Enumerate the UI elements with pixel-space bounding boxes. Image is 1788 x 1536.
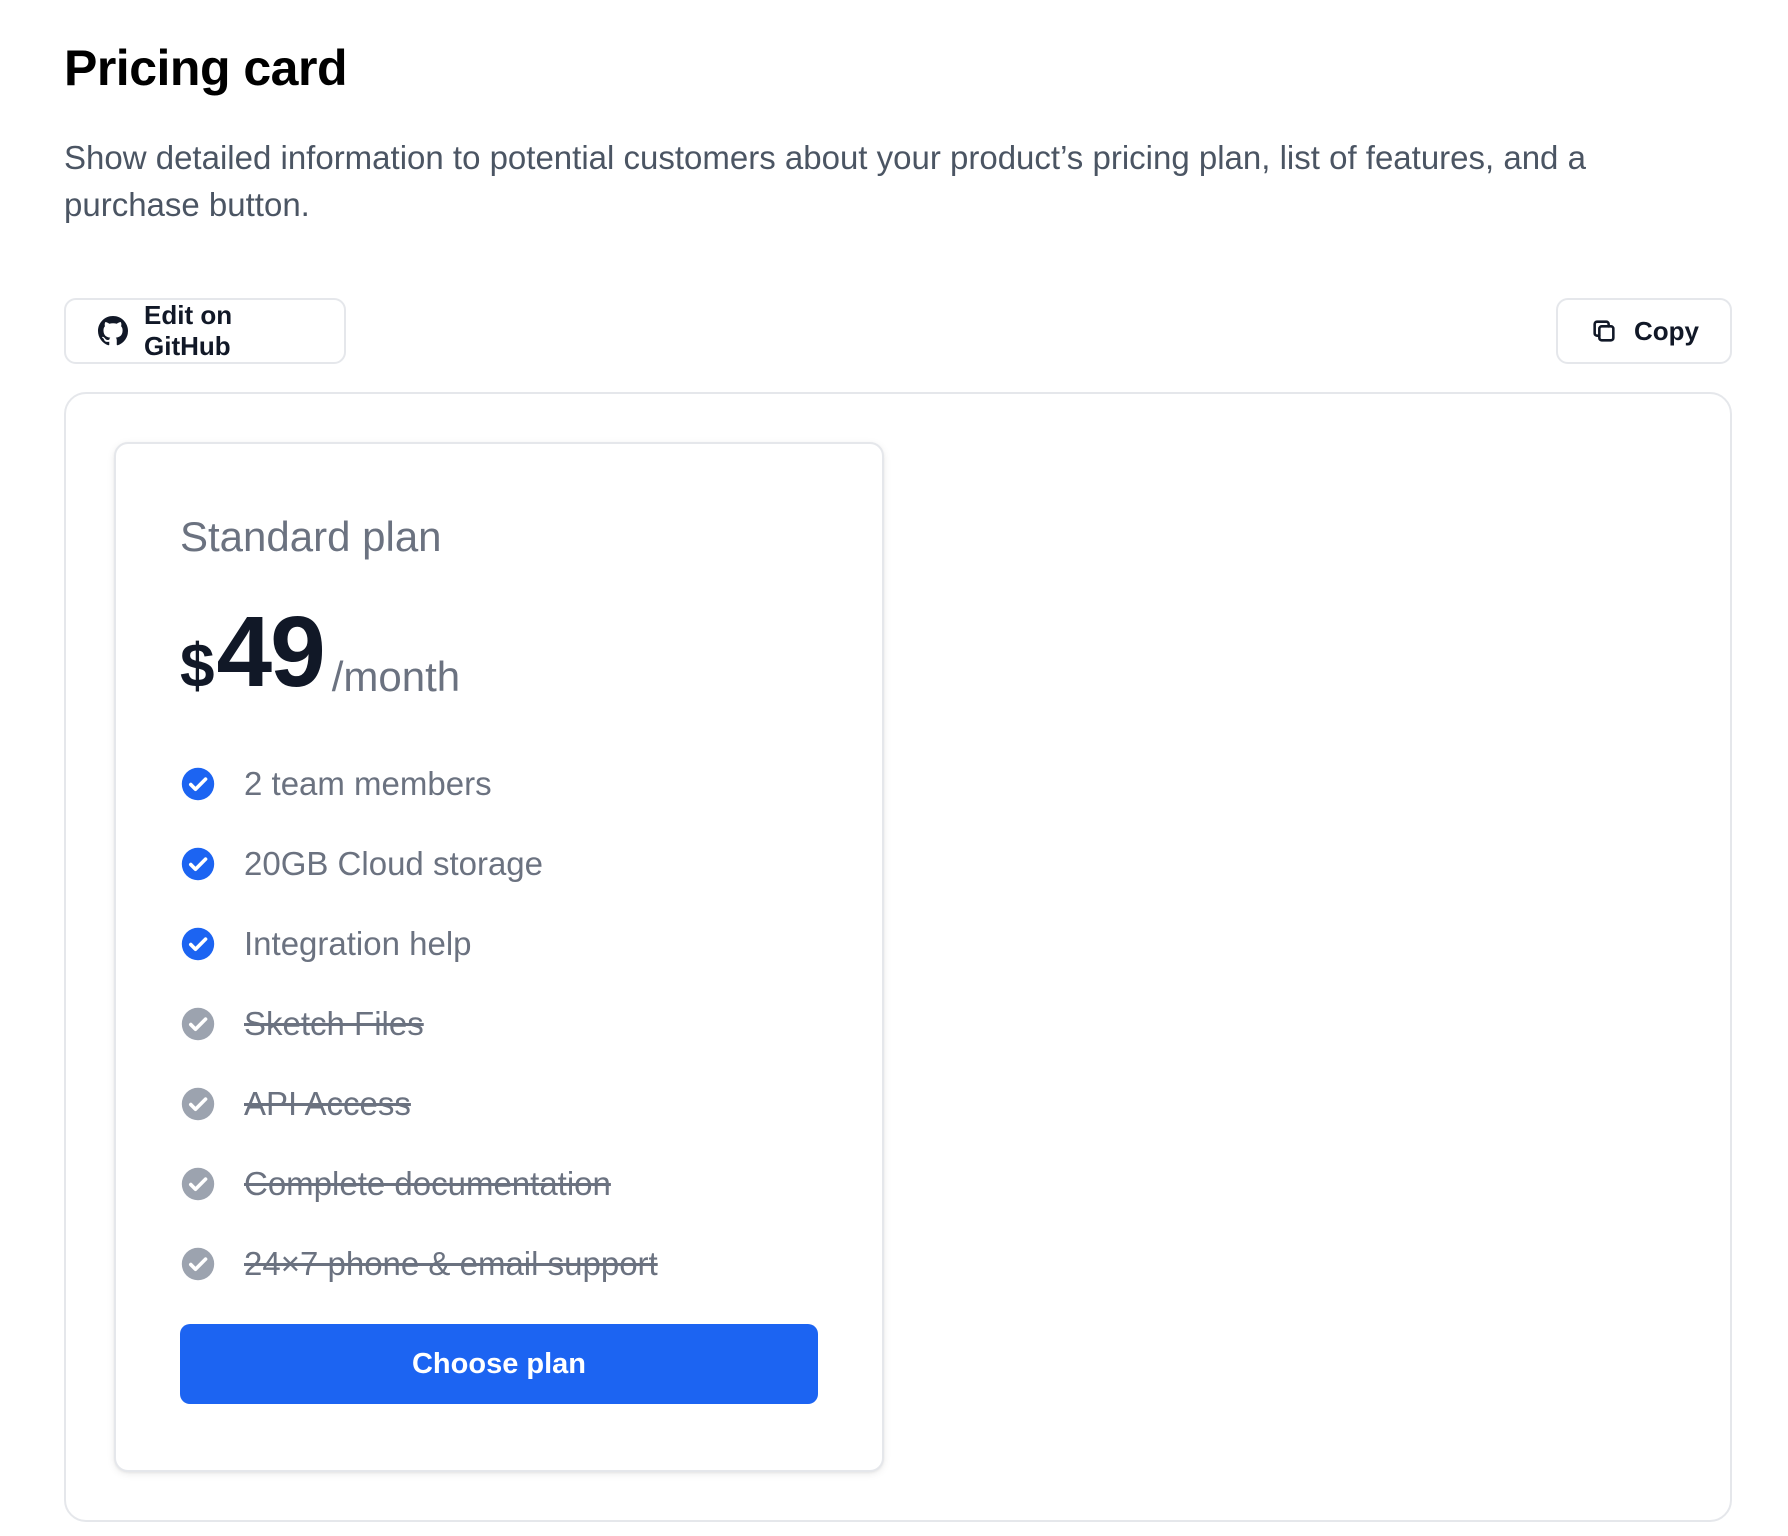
feature-label: 24×7 phone & email support (244, 1245, 658, 1283)
github-icon (98, 316, 128, 346)
feature-item: 24×7 phone & email support (180, 1224, 658, 1304)
plan-name: Standard plan (180, 513, 442, 560)
price-amount: 49 (216, 596, 325, 708)
price: $ 49 /month (180, 592, 460, 702)
copy-button[interactable]: Copy (1556, 298, 1732, 364)
price-currency: $ (180, 632, 215, 701)
check-circle-icon (181, 927, 215, 961)
feature-list: 2 team members 20GB Cloud storage Integr… (180, 744, 658, 1304)
pricing-card: Standard plan $ 49 /month 2 team members… (114, 442, 884, 1472)
edit-on-github-button[interactable]: Edit on GitHub (64, 298, 346, 364)
check-circle-icon (181, 1167, 215, 1201)
feature-item: Integration help (180, 904, 658, 984)
edit-on-github-label: Edit on GitHub (144, 300, 233, 361)
feature-item: API Access (180, 1064, 658, 1144)
page-header: Pricing card Show detailed information t… (64, 40, 1732, 364)
feature-label: 2 team members (244, 765, 492, 803)
feature-item: 2 team members (180, 744, 658, 824)
feature-item: Sketch Files (180, 984, 658, 1064)
copy-icon (1590, 317, 1618, 345)
feature-item: 20GB Cloud storage (180, 824, 658, 904)
check-circle-icon (181, 1087, 215, 1121)
feature-label: Complete documentation (244, 1165, 611, 1203)
toolbar: Edit on GitHub Copy (64, 298, 1732, 364)
component-preview: Standard plan $ 49 /month 2 team members… (64, 392, 1732, 1522)
page-description: Show detailed information to potential c… (64, 138, 1586, 224)
check-circle-icon (181, 847, 215, 881)
feature-label: Sketch Files (244, 1005, 424, 1043)
feature-item: Complete documentation (180, 1144, 658, 1224)
feature-label: API Access (244, 1085, 411, 1123)
page-title: Pricing card (64, 40, 348, 96)
feature-label: Integration help (244, 925, 472, 963)
price-period: /month (331, 653, 461, 700)
check-circle-icon (181, 767, 215, 801)
check-circle-icon (181, 1247, 215, 1281)
feature-label: 20GB Cloud storage (244, 845, 544, 883)
choose-plan-button[interactable]: Choose plan (180, 1324, 818, 1404)
check-circle-icon (181, 1007, 215, 1041)
copy-label: Copy (1634, 315, 1699, 346)
